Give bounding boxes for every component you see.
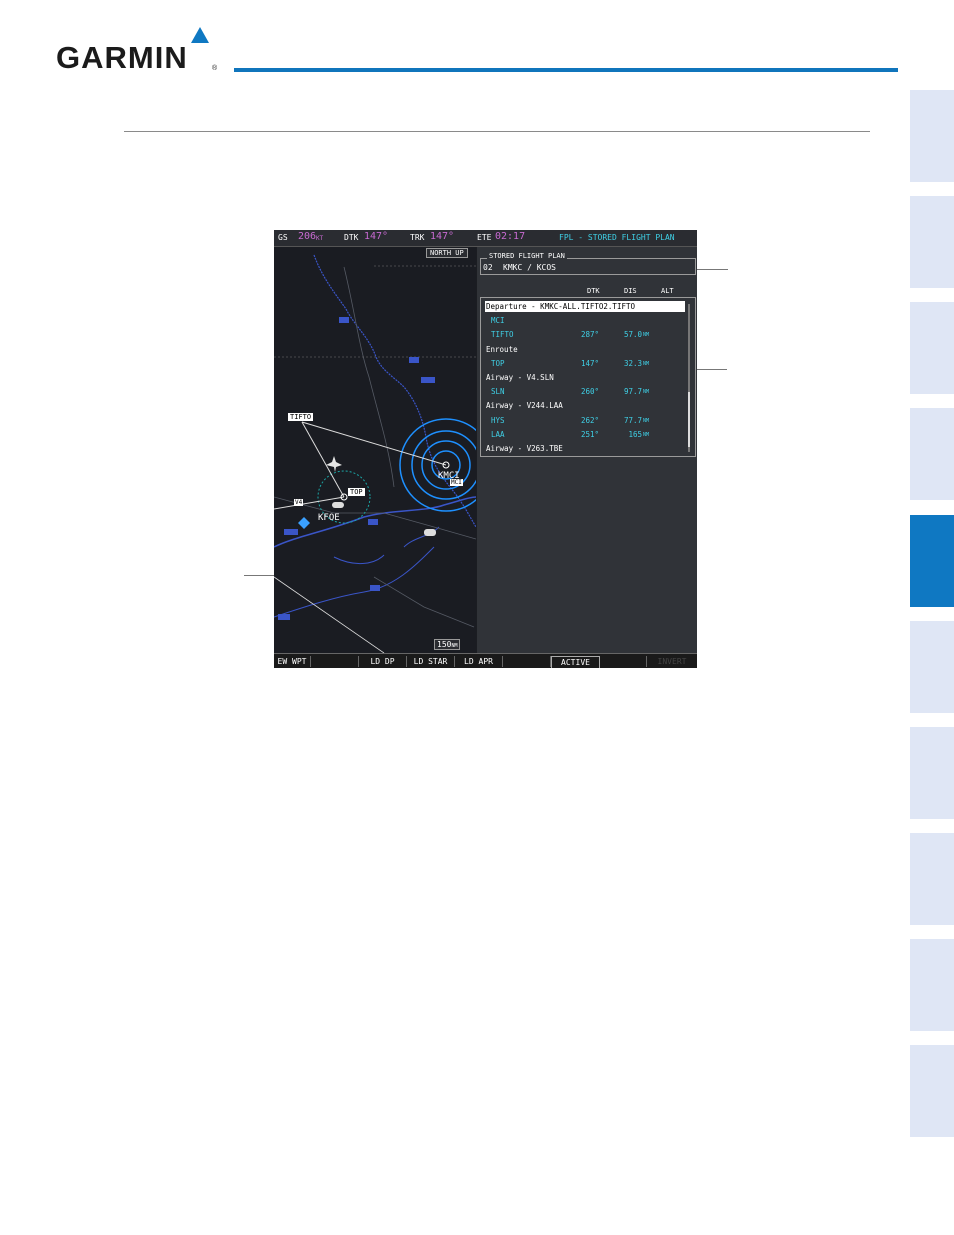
navigation-map[interactable]: NORTH UP TIFTO KMCI MCI TOP KFOE V4 150N…	[274, 247, 493, 654]
side-tab-10[interactable]	[910, 1045, 954, 1137]
fpl-waypoint-name: SLN	[491, 387, 505, 397]
fpl-dis: 32.3	[623, 358, 642, 368]
map-range-value: 150	[437, 640, 452, 649]
side-tab-6[interactable]	[910, 621, 954, 713]
column-alt: ALT	[661, 287, 674, 295]
fpl-waypoint-name: HYS	[491, 415, 505, 425]
softkey-ld-star[interactable]: LD STAR	[407, 656, 455, 667]
fpl-dis: 165	[628, 429, 642, 439]
side-tab-4[interactable]	[910, 408, 954, 500]
fpl-leg-header: Departure - KMKC-ALL.TIFTO2.TIFTO	[486, 302, 636, 311]
ete-label: ETE	[477, 233, 492, 242]
gs-value: 206	[298, 231, 317, 242]
column-dis: DIS	[624, 287, 637, 295]
softkey-ld-dp[interactable]: LD DP	[359, 656, 407, 667]
softkey-ld-apr[interactable]: LD APR	[455, 656, 503, 667]
fpl-row[interactable]: MCI	[485, 315, 685, 326]
side-tab-1[interactable]	[910, 90, 954, 182]
stored-flight-plan-pane: STORED FLIGHT PLAN 02 KMKC / KCOS DTK DI…	[477, 247, 697, 653]
trk-value: 147°	[430, 231, 455, 242]
fpl-dis: 57.0	[623, 330, 642, 340]
fpl-row[interactable]: Enroute	[485, 344, 685, 355]
fpl-row[interactable]: Departure - KMKC-ALL.TIFTO2.TIFTO	[485, 301, 685, 312]
fpl-dis: 97.7	[623, 387, 642, 397]
softkey-2[interactable]	[311, 656, 359, 667]
map-range-unit: NM	[451, 643, 458, 649]
registered-mark: ®	[212, 65, 218, 72]
softkey-active[interactable]: ACTIVE	[551, 656, 600, 668]
map-label-v4: V4	[294, 499, 304, 506]
section-rule	[124, 131, 870, 132]
map-label-mci: MCI	[450, 479, 463, 486]
fpl-dtk: 147°	[581, 358, 600, 368]
gs-unit: KT	[316, 235, 324, 242]
fpl-scrollbar-thumb[interactable]	[688, 392, 690, 447]
gs-label: GS	[278, 233, 288, 242]
fpl-dis-unit: NM	[643, 431, 650, 438]
fpl-row[interactable]: SLN 260° 97.7 NM	[485, 386, 685, 397]
fpl-row[interactable]: LAA 251° 165 NM	[485, 429, 685, 440]
fpl-dis: 77.7	[623, 415, 642, 425]
map-label-top: TOP	[348, 488, 365, 496]
fpl-dis-unit: NM	[643, 389, 650, 396]
mfd-screen: GS 206 KT DTK 147° TRK 147° ETE 02:17 FP…	[274, 230, 697, 668]
fpl-row[interactable]: TOP 147° 32.3 NM	[485, 358, 685, 369]
logo-triangle-icon	[191, 27, 209, 43]
fpl-dis-unit: NM	[643, 360, 650, 367]
column-dtk: DTK	[587, 287, 600, 295]
softkey-new-wpt[interactable]: EW WPT	[274, 656, 311, 667]
callout-line-map	[244, 575, 274, 576]
fpl-waypoint-name: LAA	[491, 429, 505, 439]
callout-line-fpl-list	[697, 369, 727, 370]
garmin-logo: GARMIN	[56, 40, 188, 75]
dtk-value: 147°	[364, 231, 389, 242]
fpl-dtk: 260°	[581, 387, 600, 397]
fpl-waypoint-name: TOP	[491, 358, 505, 368]
softkey-invert[interactable]: INVERT	[647, 656, 697, 667]
softkey-6[interactable]	[503, 656, 551, 667]
fpl-dtk: 262°	[581, 415, 600, 425]
map-label-tifto: TIFTO	[288, 413, 314, 421]
fpl-route[interactable]: KMKC / KCOS	[503, 263, 556, 272]
status-bar: GS 206 KT DTK 147° TRK 147° ETE 02:17 FP…	[274, 230, 697, 247]
side-tab-8[interactable]	[910, 833, 954, 925]
fpl-dtk: 251°	[581, 429, 600, 439]
map-range[interactable]: 150NM	[434, 639, 461, 650]
dtk-label: DTK	[344, 233, 359, 242]
ete-value: 02:17	[495, 231, 526, 242]
map-label-kfoe: KFOE	[318, 513, 340, 523]
header-bar	[234, 68, 898, 72]
fpl-number[interactable]: 02	[483, 263, 493, 272]
fpl-dis-unit: NM	[643, 417, 650, 424]
fpl-dtk: 287°	[581, 330, 600, 340]
fpl-box-title: STORED FLIGHT PLAN	[487, 252, 567, 260]
fpl-leg-header: Airway - V263.TBE	[486, 444, 563, 453]
fpl-waypoint-name: TIFTO	[491, 330, 514, 340]
softkey-8[interactable]	[599, 656, 647, 667]
trk-label: TRK	[410, 233, 425, 242]
map-graphic	[274, 247, 493, 654]
fpl-row[interactable]: Airway - V4.SLN	[485, 372, 685, 383]
fpl-leg-header: Airway - V4.SLN	[486, 373, 554, 382]
softkey-bar: EW WPT LD DP LD STAR LD APR ACTIVE INVER…	[274, 653, 697, 668]
side-tab-2[interactable]	[910, 196, 954, 288]
side-tab-9[interactable]	[910, 939, 954, 1031]
fpl-row[interactable]: HYS 262° 77.7 NM	[485, 415, 685, 426]
page-title: FPL - STORED FLIGHT PLAN	[559, 233, 675, 242]
side-tab-3[interactable]	[910, 302, 954, 394]
fpl-waypoint-name: MCI	[491, 316, 505, 326]
side-tab-5-active[interactable]	[910, 515, 954, 607]
north-up-label[interactable]: NORTH UP	[426, 248, 468, 258]
side-tab-7[interactable]	[910, 727, 954, 819]
fpl-row[interactable]: TIFTO 287° 57.0 NM	[485, 329, 685, 340]
fpl-row[interactable]: Airway - V263.TBE	[485, 443, 685, 454]
fpl-row[interactable]: Airway - V244.LAA	[485, 400, 685, 411]
fpl-leg-header: Airway - V244.LAA	[486, 401, 563, 411]
fpl-leg-header: Enroute	[486, 344, 518, 354]
fpl-dis-unit: NM	[643, 332, 650, 339]
